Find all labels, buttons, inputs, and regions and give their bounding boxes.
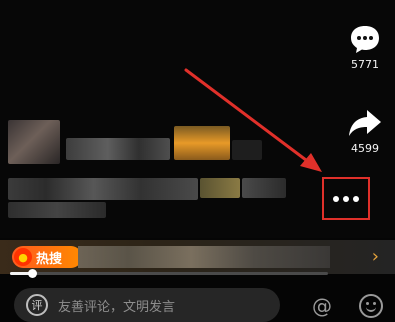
hot-search-bar[interactable]: ● 热搜 ›: [0, 240, 395, 274]
blurred-description: [8, 178, 198, 200]
fire-icon: ●: [14, 248, 32, 266]
comment-placeholder: 友善评论，文明发言: [58, 299, 176, 315]
blurred-description-line2: [8, 202, 106, 218]
comment-bar: 评 友善评论，文明发言 @: [0, 282, 395, 322]
at-mention-icon[interactable]: @: [310, 294, 334, 318]
playback-progress[interactable]: [10, 269, 328, 278]
action-rail: 5771 4599: [322, 0, 395, 238]
blurred-username: [66, 138, 170, 160]
blurred-tag: [174, 126, 230, 160]
more-dots-icon: [333, 195, 359, 202]
blurred-tag-2: [232, 140, 262, 160]
emoji-icon[interactable]: [359, 294, 383, 318]
comment-button[interactable]: 5771: [335, 22, 395, 71]
chevron-right-icon: ›: [371, 246, 379, 267]
progress-knob[interactable]: [28, 269, 38, 278]
hot-search-badge: ● 热搜: [12, 246, 82, 268]
share-count: 4599: [351, 142, 379, 155]
share-button[interactable]: 4599: [335, 106, 395, 155]
comment-bubble-icon: [351, 26, 379, 53]
hot-search-label: 热搜: [36, 251, 63, 267]
avatar: [8, 120, 60, 164]
comment-count: 5771: [351, 58, 379, 71]
blurred-hot-topic: [78, 246, 330, 268]
comment-input[interactable]: 评 友善评论，文明发言: [14, 288, 280, 322]
more-options-button[interactable]: [322, 177, 370, 220]
blurred-description-highlight: [200, 178, 240, 198]
blurred-description-end: [242, 178, 286, 198]
comment-edit-icon: 评: [26, 294, 48, 316]
share-arrow-icon: [349, 110, 381, 136]
video-area[interactable]: 5771 4599: [0, 0, 395, 238]
